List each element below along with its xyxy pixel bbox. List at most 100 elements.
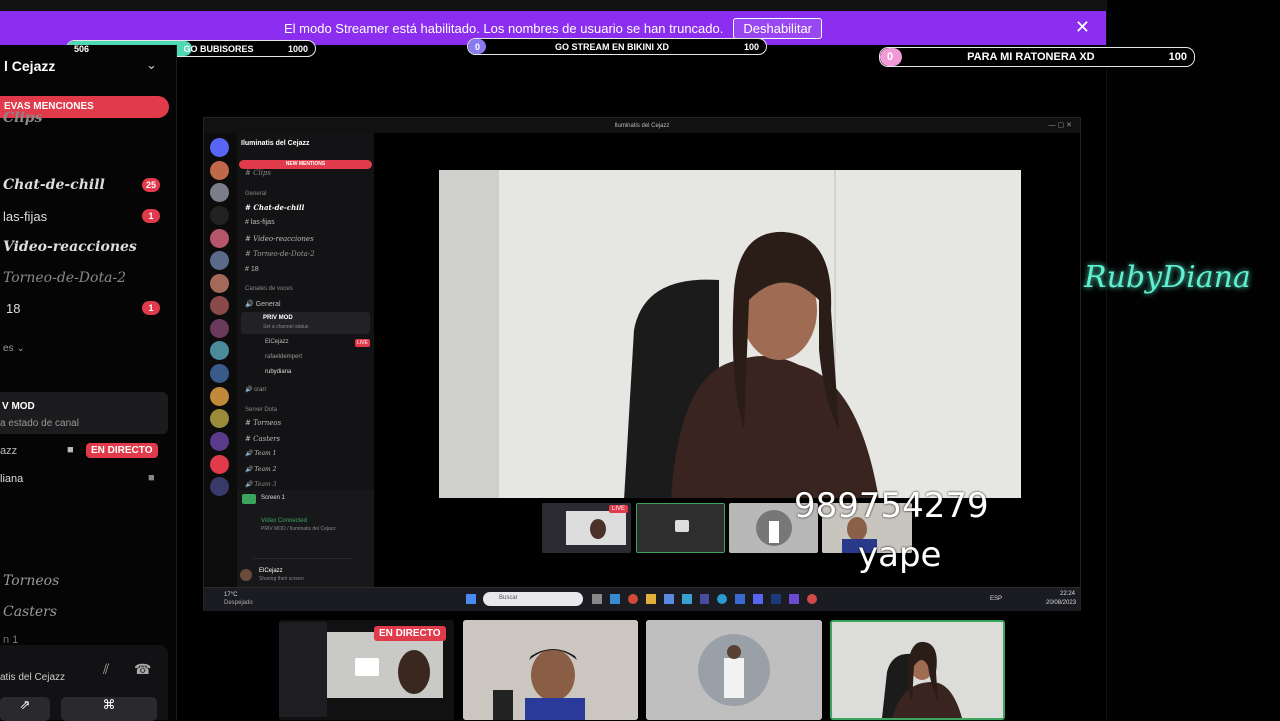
voice-user[interactable]: azz: [0, 445, 17, 457]
server-icon: [210, 455, 229, 474]
participant-tile[interactable]: [463, 620, 638, 720]
noise-suppression-icon[interactable]: ⫽: [103, 661, 109, 678]
participant-thumb[interactable]: LIVE: [542, 503, 631, 553]
inner-channel: # Clips: [245, 169, 272, 177]
live-badge: EN DIRECTO: [374, 626, 446, 641]
channel-18[interactable]: 18: [6, 301, 20, 316]
server-icon: [210, 409, 229, 428]
inner-channel-name: 18: [250, 266, 259, 273]
inner-category: Server Dota: [245, 407, 278, 413]
right-panel: [1106, 0, 1280, 720]
taskbar-date: 20/08/2023: [1046, 600, 1077, 606]
server-icon: [210, 183, 229, 202]
participant-thumb[interactable]: [636, 503, 725, 553]
inner-voice-channel: 🔊 crarr: [245, 387, 267, 393]
channel-video-reacciones[interactable]: Video-reacciones: [3, 239, 137, 255]
weather-temp: 17°C: [224, 592, 238, 598]
voice-category[interactable]: es ⌄: [3, 343, 25, 354]
server-icon: [210, 364, 229, 383]
voice-channel-name: V MOD: [2, 401, 35, 412]
channel-casters[interactable]: Casters: [3, 604, 57, 620]
channel-torneos[interactable]: Torneos: [3, 573, 59, 589]
server-name[interactable]: l Cejazz: [4, 58, 55, 74]
inner-voice-channel: 🔊 General: [245, 301, 281, 308]
discord-home-icon: [210, 138, 229, 157]
channel-sidebar: l Cejazz ⌄ EVAS MENCIONES Clips Chat-de-…: [0, 45, 177, 721]
activity-button[interactable]: ⌘: [61, 697, 157, 721]
inner-voice-name: General: [255, 301, 281, 308]
inner-voice-channel: 🔊 Team 3: [245, 481, 277, 488]
inner-channel: # Video-reacciones: [245, 235, 314, 243]
channel-las-fijas[interactable]: las-fijas: [3, 209, 47, 224]
avatar: [240, 569, 252, 581]
yape-overlay: yape: [858, 535, 942, 575]
server-icon: [210, 229, 229, 248]
disconnect-icon[interactable]: ☎: [134, 661, 151, 678]
inner-voice-channel: 🔊 Team 1: [245, 450, 277, 457]
inner-channel: # Torneo-de-Dota-2: [245, 250, 315, 258]
taskbar-app-icon: [627, 594, 638, 604]
participant-tile-scene: [832, 622, 1003, 718]
close-icon[interactable]: ✕: [1075, 17, 1090, 38]
inner-channel: # Chat-de-chill: [245, 203, 305, 212]
inner-channel-name: Clips: [253, 169, 272, 177]
channel-clips[interactable]: Clips: [3, 110, 42, 126]
taskbar-app-icon: [717, 594, 728, 604]
screen-share-button[interactable]: ⇗: [0, 697, 50, 721]
channel-chat-de-chill[interactable]: Chat-de-chill: [3, 177, 105, 193]
participant-tile-active[interactable]: [830, 620, 1005, 720]
signature-watermark: RubyDiana: [1084, 260, 1251, 295]
voice-channel-card[interactable]: V MOD a estado de canal: [0, 392, 168, 434]
voice-category-label: es: [3, 343, 14, 354]
voice-channel-status[interactable]: a estado de canal: [0, 418, 79, 429]
inner-video-connected: Video Connected: [261, 518, 307, 524]
weather-desc: Despejado: [224, 600, 253, 606]
inner-voice-name: Team 3: [254, 481, 277, 488]
window-controls: — ▢ ✕: [1048, 122, 1072, 129]
inner-voice-user: ElCejazz: [265, 339, 289, 345]
main-video-feed: [439, 170, 1021, 498]
server-icon: [210, 341, 229, 360]
participant-tile-scene: [463, 620, 638, 720]
voice-user[interactable]: liana: [0, 473, 23, 485]
divider: [253, 558, 353, 559]
chevron-down-icon[interactable]: ⌄: [146, 57, 157, 73]
taskbar-app-icon: [735, 594, 746, 604]
voice-connected-panel: atis del Cejazz ⫽ ☎ ⇗ ⌘: [0, 645, 168, 721]
windows-start-icon: [466, 594, 476, 604]
participant-tile-scene: [646, 620, 822, 720]
inner-window-title: Iluminatis del Cejazz: [614, 122, 670, 129]
inner-voice-user: rafaeldempert: [265, 354, 303, 360]
inner-voice-name: Team 1: [254, 450, 277, 457]
server-icon: [210, 161, 229, 180]
channel-torneo-de-dota[interactable]: Torneo-de-Dota-2: [3, 270, 126, 286]
inner-channel-name: Torneos: [253, 419, 282, 427]
inner-new-mentions: NEW MENTIONS: [239, 160, 372, 169]
unread-badge: 25: [142, 178, 160, 192]
taskbar-lang: ESP: [990, 596, 1003, 602]
participant-tile[interactable]: [646, 620, 822, 720]
goal-bar-ratonera: 0 PARA MI RATONERA XD 100: [879, 47, 1195, 67]
server-icon: [210, 319, 229, 338]
inner-category: Canales de voces: [245, 286, 293, 292]
server-icon: [210, 296, 229, 315]
server-icon: [210, 206, 229, 225]
unread-badge: 1: [142, 301, 160, 315]
disable-streamer-mode-button[interactable]: Deshabilitar: [733, 17, 823, 39]
taskbar-app-icon: [663, 594, 674, 604]
inner-channel-name: Torneo-de-Dota-2: [253, 250, 315, 258]
goal-current: 0: [887, 51, 894, 63]
inner-server-name: Iluminatis del Cejazz: [241, 140, 310, 147]
webcam-scene: [439, 170, 1021, 498]
goal-target: 100: [1168, 51, 1187, 63]
unread-badge: 1: [142, 209, 160, 223]
inner-voice-user: rubydiana: [265, 369, 292, 375]
inner-voice-channel: 🔊 Team 2: [245, 466, 277, 473]
inner-channel: # Torneos: [245, 419, 282, 427]
stream-tile[interactable]: EN DIRECTO: [279, 620, 454, 720]
taskbar-search: Buscar: [483, 592, 583, 606]
inner-voice-status: Set a channel status: [263, 324, 309, 330]
inner-category: General: [245, 191, 267, 197]
inner-channel-sidebar: Iluminatis del Cejazz NEW MENTIONS # Cli…: [237, 133, 374, 587]
inner-live-badge: LIVE: [355, 339, 370, 347]
